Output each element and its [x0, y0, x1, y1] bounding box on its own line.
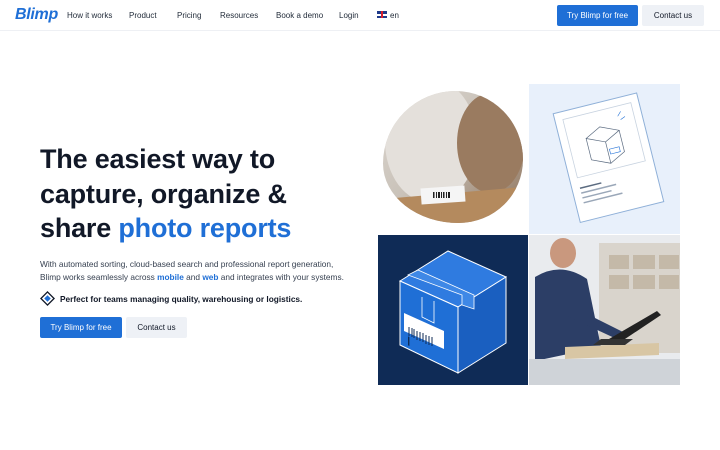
headline-line-1: The easiest way to — [40, 144, 275, 174]
desc-line-2-end: and integrates with your systems. — [218, 272, 344, 282]
report-document-illustration — [552, 92, 665, 224]
box-illustration-tile — [378, 235, 528, 385]
headline-line-3: share — [40, 213, 119, 243]
report-illustration-tile — [529, 84, 680, 234]
photo-tile-worker-laptop — [529, 235, 680, 385]
nav-link-login[interactable]: Login — [339, 11, 359, 20]
desc-line-2-start: Blimp works seamlessly across — [40, 272, 158, 282]
nav-link-how-it-works[interactable]: How it works — [67, 11, 112, 20]
blimp-logo[interactable]: Blimp — [15, 6, 58, 24]
nav-link-book-a-demo[interactable]: Book a demo — [276, 11, 323, 20]
top-navigation: Blimp How it works Product Pricing Resou… — [0, 0, 720, 31]
hero-try-free-button[interactable]: Try Blimp for free — [40, 317, 122, 338]
headline-line-2: capture, organize & — [40, 178, 287, 209]
nav-link-resources[interactable]: Resources — [220, 11, 258, 20]
scanning-photo — [383, 91, 523, 223]
warehouse-worker-illustration — [529, 235, 680, 385]
nav-try-free-button[interactable]: Try Blimp for free — [557, 5, 638, 26]
hero-contact-button[interactable]: Contact us — [126, 317, 187, 338]
headline-accent: photo reports — [118, 213, 292, 243]
nav-link-pricing[interactable]: Pricing — [177, 11, 201, 20]
nav-link-product[interactable]: Product — [129, 11, 157, 20]
desc-line-1: With automated sorting, cloud-based sear… — [40, 259, 334, 269]
nav-contact-button[interactable]: Contact us — [642, 5, 704, 26]
photo-tile-scanning-box — [378, 84, 528, 234]
web-link[interactable]: web — [202, 272, 218, 282]
scanning-illustration — [383, 91, 523, 223]
uk-flag-icon[interactable] — [377, 11, 387, 18]
desc-and: and — [183, 272, 203, 282]
perfect-for-teams: Perfect for teams managing quality, ware… — [40, 291, 302, 306]
diamond-badge-icon — [40, 291, 55, 306]
hero-description: With automated sorting, cloud-based sear… — [40, 258, 344, 284]
language-selector[interactable]: en — [390, 11, 399, 20]
perfect-for-text: Perfect for teams managing quality, ware… — [60, 293, 303, 304]
hero-headline: The easiest way to capture, organize & s… — [40, 142, 291, 246]
package-box-illustration — [398, 250, 508, 374]
mobile-link[interactable]: mobile — [157, 272, 184, 282]
